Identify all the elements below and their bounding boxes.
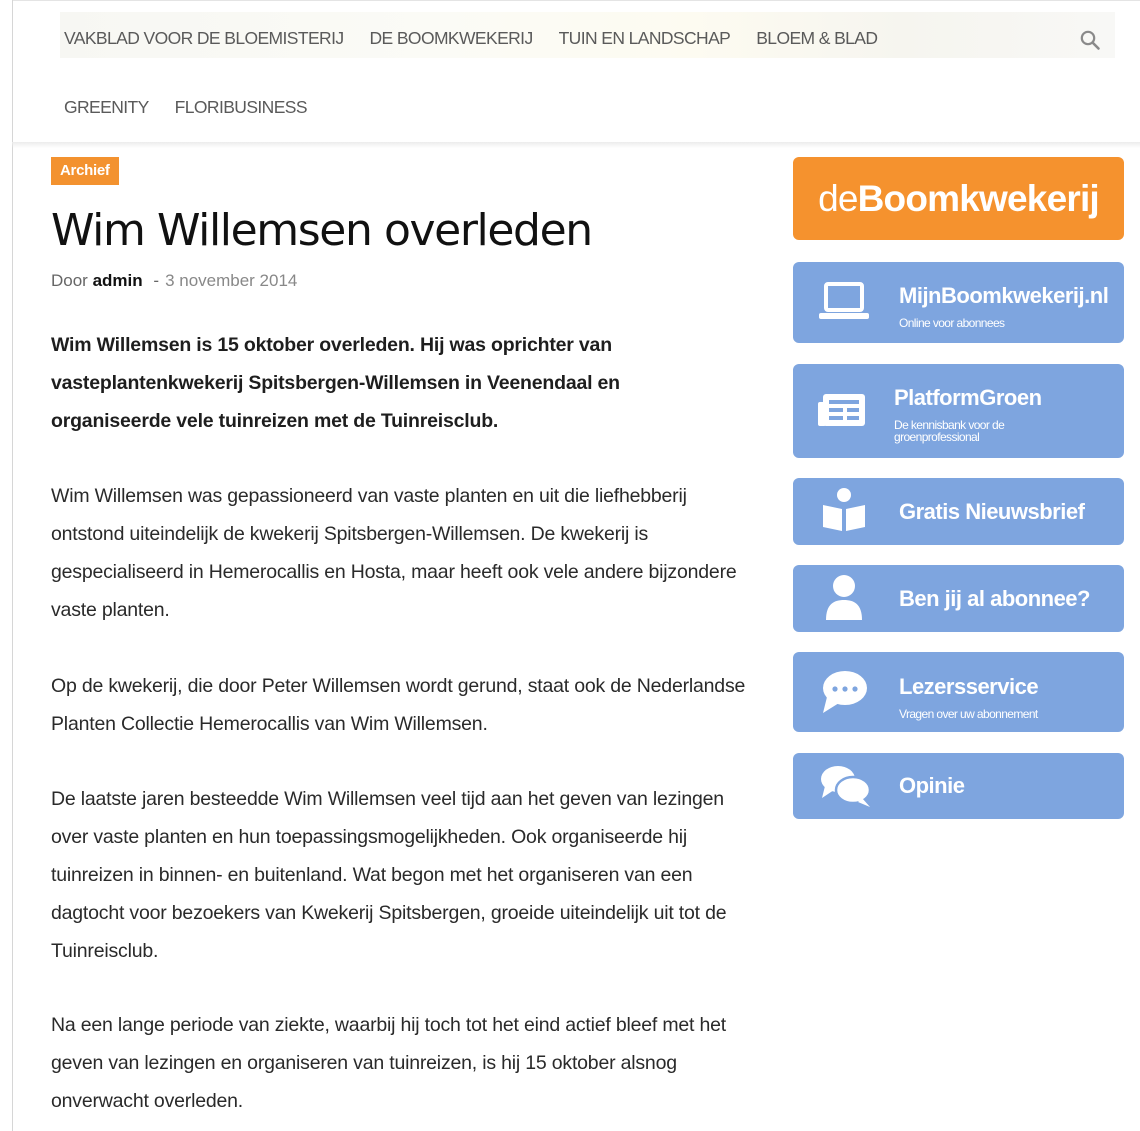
article-paragraph: Op de kwekerij, die door Peter Willemsen… bbox=[51, 675, 746, 735]
category-badge[interactable]: Archief bbox=[51, 157, 119, 185]
mijnboomkwekerij-button[interactable]: MijnBoomkwekerij.nl Online voor abonnees bbox=[793, 262, 1124, 343]
chat-bubble-icon bbox=[821, 669, 869, 720]
newspaper-icon bbox=[817, 392, 867, 435]
by-label: Door bbox=[51, 271, 88, 290]
abonnee-label: Ben jij al abonnee? bbox=[899, 586, 1090, 611]
article-meta: Door admin -3 november 2014 bbox=[51, 271, 297, 291]
publish-date: 3 november 2014 bbox=[165, 271, 298, 290]
article-lead: Wim Willemsen is 15 oktober overleden. H… bbox=[51, 334, 620, 432]
nieuwsbrief-label: Gratis Nieuwsbrief bbox=[899, 499, 1085, 524]
mijnboomkwekerij-label: MijnBoomkwekerij.nl bbox=[899, 283, 1109, 308]
lezersservice-label: Lezersservice bbox=[899, 674, 1039, 699]
boomkwekerij-logo-banner[interactable]: de Boomkwekerij bbox=[793, 157, 1124, 240]
top-border bbox=[12, 0, 1140, 1]
logo-text-boomkwekerij: Boomkwekerij bbox=[857, 177, 1100, 219]
nav-item-greenity[interactable]: GREENITY bbox=[64, 97, 149, 118]
page-left-border bbox=[12, 0, 13, 1131]
article-paragraph: Wim Willemsen was gepassioneerd van vast… bbox=[51, 485, 737, 621]
main-nav-row-2: GREENITY FLORIBUSINESS bbox=[64, 97, 308, 118]
search-icon[interactable] bbox=[1079, 29, 1101, 51]
nav-item-boomkwekerij[interactable]: DE BOOMKWEKERIJ bbox=[369, 28, 533, 49]
platformgroen-label: PlatformGroen bbox=[894, 385, 1042, 410]
nav-item-vakblad[interactable]: VAKBLAD VOOR DE BLOEMISTERIJ bbox=[64, 28, 344, 49]
nav-item-floribusiness[interactable]: FLORIBUSINESS bbox=[175, 97, 308, 118]
platformgroen-sub: De kennisbank voor de groenprofessional bbox=[894, 418, 1005, 444]
author-link[interactable]: admin bbox=[93, 271, 143, 290]
lezersservice-sub: Vragen over uw abonnement bbox=[899, 707, 1038, 721]
comments-icon bbox=[820, 764, 872, 813]
logo-text-de: de bbox=[818, 177, 858, 219]
article-paragraph: Na een lange periode van ziekte, waarbij… bbox=[51, 1014, 726, 1112]
user-icon bbox=[824, 574, 864, 627]
mijnboomkwekerij-sub: Online voor abonnees bbox=[899, 316, 1005, 330]
reader-icon bbox=[821, 487, 867, 538]
article-title: Wim Willemsen overleden bbox=[51, 205, 593, 256]
platformgroen-button[interactable]: PlatformGroen De kennisbank voor de groe… bbox=[793, 364, 1124, 458]
main-nav-row-1: VAKBLAD VOOR DE BLOEMISTERIJ DE BOOMKWEK… bbox=[64, 28, 878, 49]
lezersservice-button[interactable]: Lezersservice Vragen over uw abonnement bbox=[793, 652, 1124, 732]
opinie-label: Opinie bbox=[899, 773, 965, 798]
article-paragraph: De laatste jaren besteedde Wim Willemsen… bbox=[51, 788, 727, 962]
nav-item-bloem-en-blad[interactable]: BLOEM & BLAD bbox=[756, 28, 878, 49]
abonnee-button[interactable]: Ben jij al abonnee? bbox=[793, 565, 1124, 632]
opinie-button[interactable]: Opinie bbox=[793, 753, 1124, 819]
laptop-icon bbox=[817, 282, 873, 329]
header-divider bbox=[12, 142, 1140, 148]
meta-separator: - bbox=[153, 271, 160, 290]
nieuwsbrief-button[interactable]: Gratis Nieuwsbrief bbox=[793, 478, 1124, 545]
nav-item-tuin-en-landschap[interactable]: TUIN EN LANDSCHAP bbox=[559, 28, 731, 49]
